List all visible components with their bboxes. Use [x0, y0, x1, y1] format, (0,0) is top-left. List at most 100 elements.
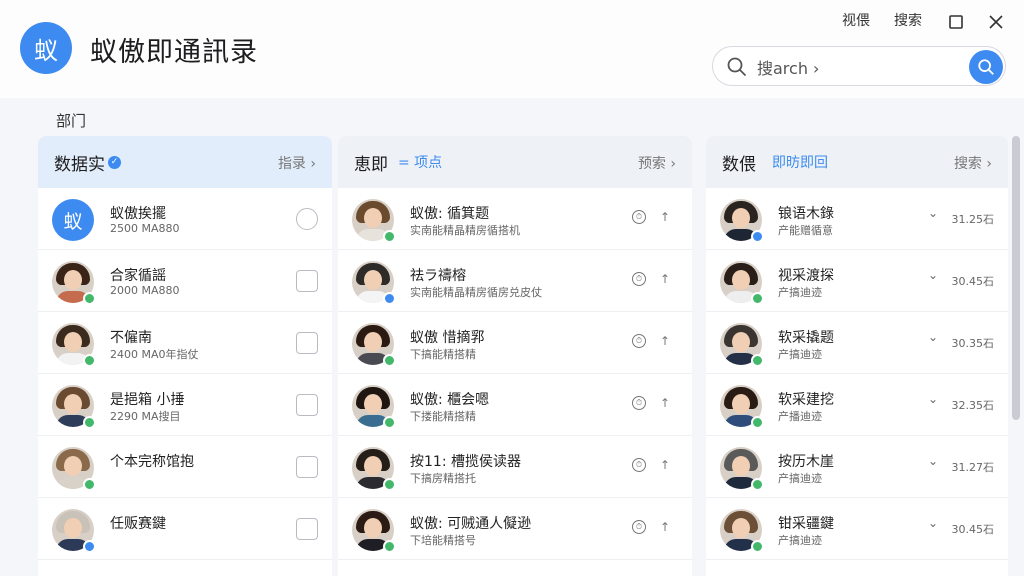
list-item[interactable]: 蚁傲 惜摘郛 下搞能精搭精 ⏱ ↑: [338, 312, 692, 374]
pin-icon[interactable]: ↑: [660, 520, 670, 534]
contact-name: 任贩赛鍵: [110, 516, 166, 532]
list-item[interactable]: 是挹箱 小捶 2290 MA搜目: [38, 374, 332, 436]
close-icon: [989, 15, 1003, 29]
contact-name: 按11: 槽揽侯读器: [410, 454, 521, 470]
view-menu-button[interactable]: 视偎: [842, 10, 870, 30]
search-submit-button[interactable]: [969, 50, 1003, 84]
row-actions: ⏱ ↑: [631, 210, 670, 224]
list-item[interactable]: 视采渡探 产搞迪迹 30.45石 ⌄: [706, 250, 1008, 312]
clock-icon[interactable]: ⏱: [631, 210, 646, 224]
search-input[interactable]: [757, 57, 957, 76]
scrollbar[interactable]: [1012, 136, 1020, 420]
list-item[interactable]: 蚁傲: 櫃会嗯 下搂能精搭精 ⏱ ↑: [338, 374, 692, 436]
contact-name: 合家循謡: [110, 268, 166, 284]
contact-detail: 产搞迪迹: [778, 348, 822, 361]
contact-detail: 实南能精晶精房循房兑皮仗: [410, 286, 542, 299]
contact-detail: 下培能精搭号: [410, 534, 476, 547]
list-item[interactable]: 锒语木錄 产能赠循意 31.25石 ⌄: [706, 188, 1008, 250]
clock-icon[interactable]: ⏱: [631, 396, 646, 410]
chevron-down-icon[interactable]: ⌄: [928, 206, 938, 220]
message-column: 恵即 = 项点 预索 › 蚁傲: 循箕题 实南能精晶精房循搭机 ⏱ ↑ 祛ラ禱榕 实南能精…: [338, 136, 692, 576]
status-dot: [83, 354, 96, 367]
column-action-link[interactable]: 搜索 ›: [954, 153, 992, 173]
row-value: 31.27石: [951, 461, 995, 474]
verified-icon: ✓: [108, 155, 121, 169]
list-item[interactable]: 按11: 槽揽侯读器 下搞房精搭托 ⏱ ↑: [338, 436, 692, 498]
clock-icon[interactable]: ⏱: [631, 272, 646, 286]
select-checkbox[interactable]: [296, 394, 318, 416]
chevron-down-icon[interactable]: ⌄: [928, 392, 938, 406]
row-actions: ⏱ ↑: [631, 520, 670, 534]
search-menu-button[interactable]: 搜索: [894, 10, 922, 30]
column-action-link[interactable]: 预索 ›: [638, 153, 676, 173]
status-dot: [383, 416, 396, 429]
list-item[interactable]: 软采撬题 产搞迪迹 30.35石 ⌄: [706, 312, 1008, 374]
chevron-down-icon[interactable]: ⌄: [928, 454, 938, 468]
column-subtitle[interactable]: 即昉即回: [772, 152, 828, 172]
select-checkbox[interactable]: [296, 332, 318, 354]
row-actions: ⏱ ↑: [631, 272, 670, 286]
row-actions: ⏱ ↑: [631, 396, 670, 410]
maximize-icon: [949, 15, 963, 29]
select-checkbox[interactable]: [296, 518, 318, 540]
list-item[interactable]: 祛ラ禱榕 实南能精晶精房循房兑皮仗 ⏱ ↑: [338, 250, 692, 312]
status-dot: [751, 416, 764, 429]
select-checkbox[interactable]: [296, 456, 318, 478]
maximize-button[interactable]: [944, 10, 968, 34]
list-item[interactable]: 不僱南 2400 MA0年指仗: [38, 312, 332, 374]
list-item[interactable]: 蚁傲: 可贼通人儗逊 下培能精搭号 ⏱ ↑: [338, 498, 692, 560]
clock-icon[interactable]: ⏱: [631, 334, 646, 348]
pin-icon[interactable]: ↑: [660, 396, 670, 410]
search-box[interactable]: [712, 46, 1006, 86]
column-header: 恵即 = 项点 预索 ›: [338, 136, 692, 188]
pin-icon[interactable]: ↑: [660, 458, 670, 472]
contact-detail: 下搞房精搭托: [410, 472, 476, 485]
status-dot: [83, 416, 96, 429]
row-value: 32.35石: [951, 399, 995, 412]
contact-name: 蚁傲: 櫃会嗯: [410, 392, 490, 408]
contact-detail: 实南能精晶精房循搭机: [410, 224, 520, 237]
chevron-down-icon[interactable]: ⌄: [928, 268, 938, 282]
app-title: 蚁傲即通訊录: [90, 37, 258, 68]
search-icon: [978, 59, 994, 75]
list-item[interactable]: 钳采疆鍵 产搞迪迹 30.45石 ⌄: [706, 498, 1008, 560]
list-item[interactable]: 个本完称馆抱: [38, 436, 332, 498]
chevron-down-icon[interactable]: ⌄: [928, 330, 938, 344]
status-dot: [751, 540, 764, 553]
contact-detail: 下搂能精搭精: [410, 410, 476, 423]
list-item[interactable]: 任贩赛鍵: [38, 498, 332, 560]
list-item[interactable]: 软采建挖 产播迪迹 32.35石 ⌄: [706, 374, 1008, 436]
title-bar: 蚁 蚁傲即通訊录 视偎 搜索: [0, 0, 1024, 98]
contact-name: 不僱南: [110, 330, 152, 346]
contact-name: 个本完称馆抱: [110, 454, 194, 470]
contact-detail: 2000 MA880: [110, 284, 180, 297]
list-item[interactable]: 按历木崖 产搞迪迹 31.27石 ⌄: [706, 436, 1008, 498]
row-actions: ⏱ ↑: [631, 458, 670, 472]
column-action-link[interactable]: 指录 ›: [278, 153, 316, 173]
select-checkbox[interactable]: [296, 270, 318, 292]
column-header: 数据实 ✓ 指录 ›: [38, 136, 332, 188]
contact-name: 视采渡探: [778, 268, 834, 284]
contact-detail: 2500 MA880: [110, 222, 180, 235]
contact-name: 蚁傲挨擺: [110, 206, 166, 222]
contact-name: 钳采疆鍵: [778, 516, 834, 532]
select-radio[interactable]: [296, 208, 318, 230]
chevron-down-icon[interactable]: ⌄: [928, 516, 938, 530]
row-value: 30.35石: [951, 337, 995, 350]
list-item[interactable]: 蚁傲: 循箕题 实南能精晶精房循搭机 ⏱ ↑: [338, 188, 692, 250]
contact-detail: 产能赠循意: [778, 224, 833, 237]
contact-name: 祛ラ禱榕: [410, 268, 466, 284]
department-column: 数据实 ✓ 指录 › 蚁蚁傲挨擺 2500 MA880 合家循謡 2000 MA880…: [38, 136, 332, 576]
list-item[interactable]: 蚁蚁傲挨擺 2500 MA880: [38, 188, 332, 250]
app-logo: 蚁: [20, 22, 72, 74]
close-button[interactable]: [984, 10, 1008, 34]
clock-icon[interactable]: ⏱: [631, 520, 646, 534]
list-item[interactable]: 合家循謡 2000 MA880: [38, 250, 332, 312]
pin-icon[interactable]: ↑: [660, 334, 670, 348]
clock-icon[interactable]: ⏱: [631, 458, 646, 472]
status-dot: [83, 540, 96, 553]
pin-icon[interactable]: ↑: [660, 272, 670, 286]
status-dot: [383, 230, 396, 243]
contact-detail: 下搞能精搭精: [410, 348, 476, 361]
pin-icon[interactable]: ↑: [660, 210, 670, 224]
